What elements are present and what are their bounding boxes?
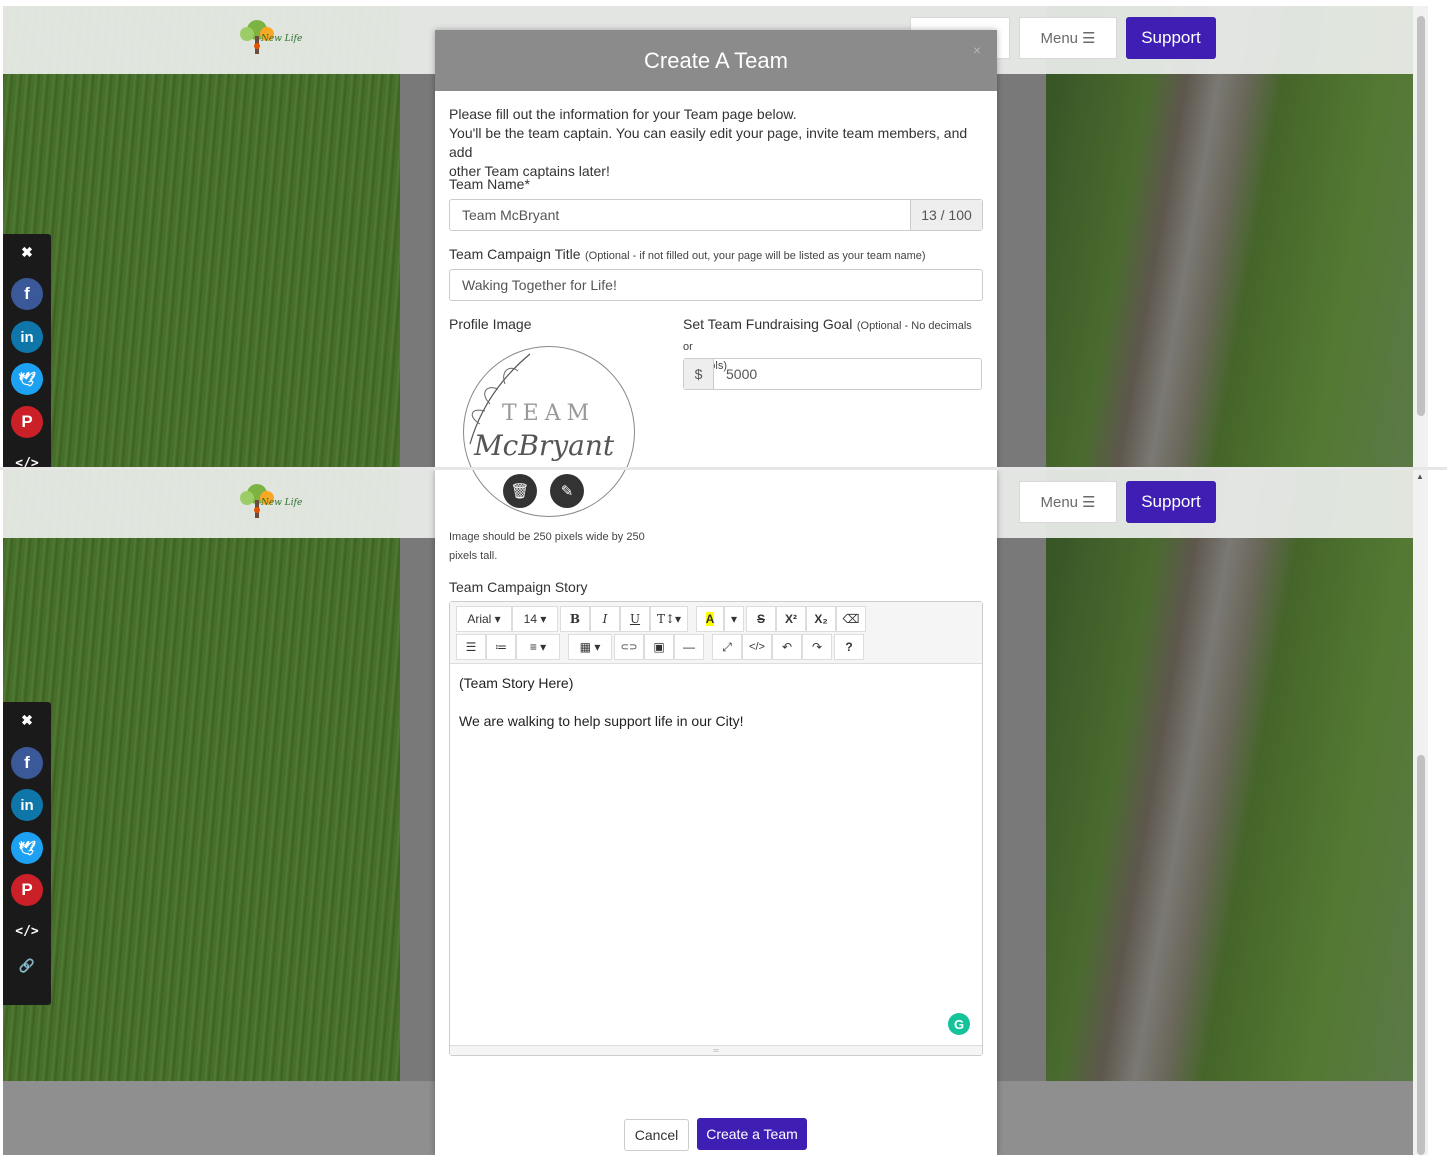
modal-header: Create A Team × [435,30,997,91]
intro-line-1: Please fill out the information for your… [449,106,797,122]
twitter-icon[interactable]: 🕊 [11,363,43,395]
page-bottom-pane: New Life Menu ☰ Support ✖ f in 🕊 P </> 🔗… [3,470,1428,1155]
campaign-title-value: Waking Together for Life! [462,277,617,293]
code-view-icon[interactable]: </> [742,634,772,660]
intro-line-3: other Team captains later! [449,163,610,179]
undo-icon[interactable]: ↶ [772,634,802,660]
editor-resize-handle[interactable]: ═ [450,1045,982,1055]
grammarly-icon[interactable]: G [948,1013,970,1035]
goal-label: Set Team Fundraising Goal [683,316,853,332]
facebook-icon[interactable]: f [11,278,43,310]
font-family-dropdown[interactable]: Arial ▾ [456,606,512,632]
superscript-button[interactable]: X² [776,606,806,632]
image-hint-line-1: Image should be 250 pixels wide by 250 [449,531,645,543]
font-size-dropdown[interactable]: 14 ▾ [512,606,558,632]
bold-button[interactable]: B [560,606,590,632]
editor-toolbar: Arial ▾ 14 ▾ B I U T↕▾ A ▾ S X² X₂ ⌫ ☰ ≔… [450,602,982,664]
team-name-counter: 13 / 100 [910,200,982,230]
subscript-button[interactable]: X₂ [806,606,836,632]
scrollbar-bottom[interactable]: ▲ [1413,470,1428,1155]
pinterest-icon[interactable]: P [11,406,43,438]
logo-text: New Life [261,498,303,508]
table-dropdown[interactable]: ▦ ▾ [568,634,612,660]
strikethrough-button[interactable]: S [746,606,776,632]
rich-text-editor: Arial ▾ 14 ▾ B I U T↕▾ A ▾ S X² X₂ ⌫ ☰ ≔… [449,601,983,1056]
underline-button[interactable]: U [620,606,650,632]
profile-image-name-text: McBryant [474,429,615,462]
team-name-value: Team McBryant [462,207,560,223]
team-name-label: Team Name* [449,176,530,192]
highlight-icon: A [705,612,715,626]
link-icon[interactable]: ⊂⊃ [614,634,644,660]
italic-button[interactable]: I [590,606,620,632]
social-close-icon[interactable]: ✖ [3,244,51,261]
embed-icon[interactable]: </> [3,924,51,939]
linkedin-icon[interactable]: in [11,789,43,821]
profile-image-bottom [463,470,635,517]
cancel-button[interactable]: Cancel [624,1119,689,1151]
intro-line-2: You'll be the team captain. You can easi… [449,125,968,160]
link-icon[interactable]: 🔗 [3,959,51,974]
modal-title: Create A Team [644,47,788,73]
menu-button[interactable]: Menu ☰ [1019,481,1117,523]
hamburger-icon: ☰ [1082,494,1096,511]
social-share-bar: ✖ f in 🕊 P </> 🔗 [3,702,51,1005]
numbered-list-icon[interactable]: ≔ [486,634,516,660]
story-label: Team Campaign Story [449,579,588,595]
redo-icon[interactable]: ↷ [802,634,832,660]
support-button[interactable]: Support [1126,17,1216,59]
eraser-icon[interactable]: ⌫ [836,606,866,632]
logo-text: New Life [261,34,303,44]
campaign-title-input[interactable]: Waking Together for Life! [449,269,983,301]
facebook-icon[interactable]: f [11,747,43,779]
fullscreen-icon[interactable]: ⤢ [712,634,742,660]
twitter-icon[interactable]: 🕊 [11,832,43,864]
image-hint-line-2: pixels tall. [449,550,498,562]
campaign-title-label: Team Campaign Title [449,246,581,262]
menu-label: Menu [1040,493,1079,511]
profile-image-label: Profile Image [449,316,532,332]
campaign-title-hint: (Optional - if not filled out, your page… [584,250,926,262]
campaign-title-label-row: Team Campaign Title (Optional - if not f… [449,245,926,264]
horizontal-rule-icon[interactable]: — [674,634,704,660]
highlight-dropdown[interactable]: ▾ [724,606,744,632]
menu-button[interactable]: Menu ☰ [1019,17,1117,59]
social-close-icon[interactable]: ✖ [3,712,51,729]
create-team-modal-bottom: 🗑 ✎ Image should be 250 pixels wide by 2… [435,470,997,1155]
menu-label: Menu [1040,29,1079,47]
pencil-icon[interactable]: ✎ [550,474,584,508]
currency-addon: $ [684,359,714,389]
goal-input[interactable]: $ 5000 [683,358,982,390]
support-button[interactable]: Support [1126,481,1216,523]
pinterest-icon[interactable]: P [11,874,43,906]
profile-image: TEAM McBryant [463,346,635,467]
hamburger-icon: ☰ [1082,30,1096,47]
social-share-bar: ✖ f in 🕊 P </> [3,234,51,467]
image-icon[interactable]: ▣ [644,634,674,660]
goal-value: 5000 [726,366,758,382]
scroll-up-icon[interactable]: ▲ [1416,472,1424,481]
create-team-button[interactable]: Create a Team [697,1118,807,1150]
highlight-button[interactable]: A [696,606,724,632]
intro-text: Please fill out the information for your… [449,105,989,181]
scrollbar-thumb[interactable] [1417,16,1425,416]
embed-icon[interactable]: </> [3,456,51,467]
page-top-pane: New Life Menu ☰ Support ✖ f in 🕊 P </> C… [3,6,1428,467]
scrollbar-top[interactable] [1413,6,1428,467]
scrollbar-thumb[interactable] [1417,755,1425,1155]
story-line-2: We are walking to help support life in o… [459,713,744,729]
profile-image-team-text: TEAM [502,401,596,426]
close-icon[interactable]: × [973,42,981,58]
trash-icon[interactable]: 🗑 [503,474,537,508]
story-line-1: (Team Story Here) [459,675,574,691]
linkedin-icon[interactable]: in [11,321,43,353]
bullet-list-icon[interactable]: ☰ [456,634,486,660]
text-size-button[interactable]: T↕▾ [650,606,688,632]
align-dropdown[interactable]: ≡ ▾ [516,634,560,660]
image-hint: Image should be 250 pixels wide by 250 p… [449,528,645,566]
create-team-modal-top: Create A Team × Please fill out the info… [435,30,997,467]
team-name-input[interactable]: Team McBryant 13 / 100 [449,199,983,231]
editor-content[interactable]: (Team Story Here) We are walking to help… [450,664,982,1045]
help-icon[interactable]: ? [834,634,864,660]
